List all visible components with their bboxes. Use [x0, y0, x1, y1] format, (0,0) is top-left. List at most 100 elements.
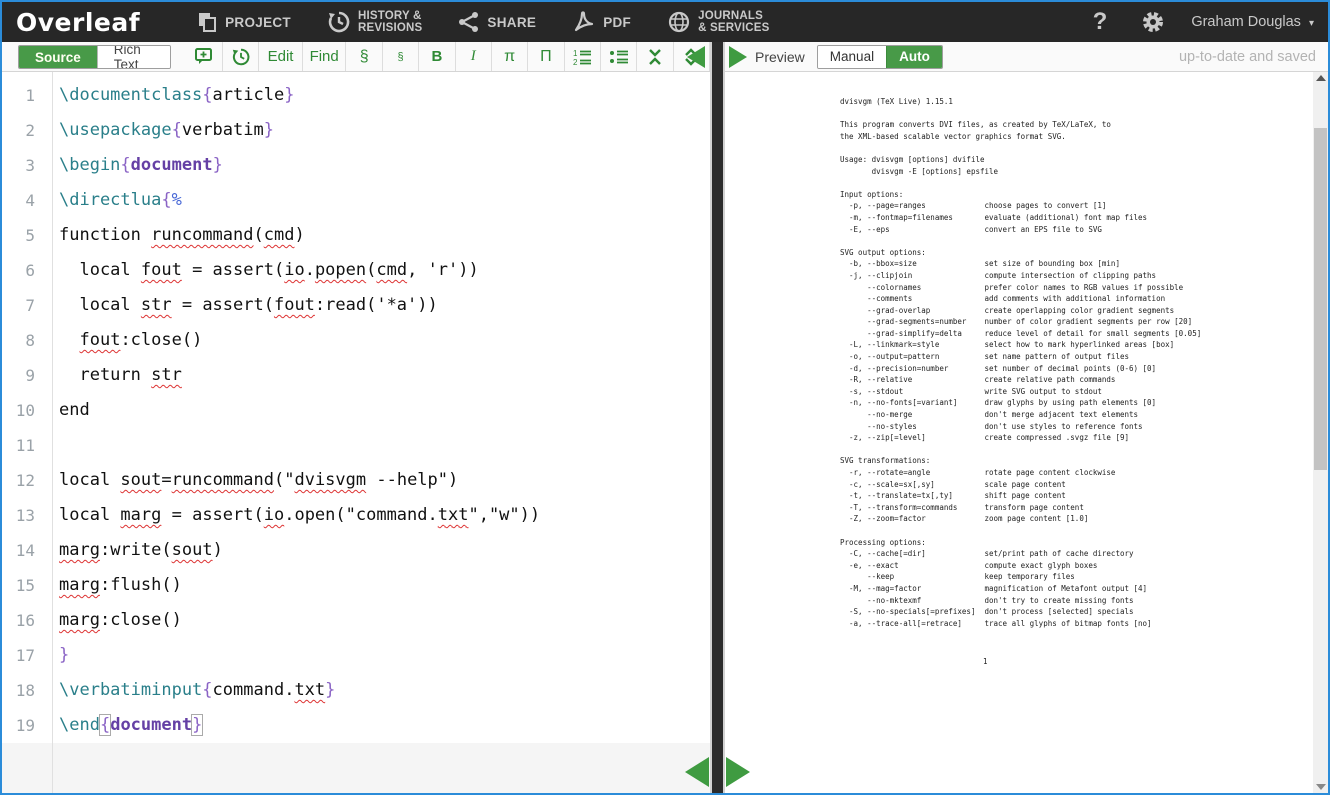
chevron-down-icon: ▾: [1309, 18, 1314, 29]
code-line[interactable]: local fout = assert(io.popen(cmd, 'r')): [59, 253, 710, 288]
nav-pdf-label: PDF: [603, 15, 631, 30]
preview-toolbar: Preview Manual Auto up-to-date and saved: [725, 42, 1328, 72]
italic-button[interactable]: I: [456, 42, 492, 71]
edit-menu-button[interactable]: Edit: [259, 42, 303, 71]
track-changes-button[interactable]: [223, 42, 259, 71]
compile-status: up-to-date and saved: [1179, 49, 1328, 65]
line-number: 4: [2, 183, 52, 218]
code-line[interactable]: return str: [59, 358, 710, 393]
nav-share-label: SHARE: [487, 15, 536, 30]
add-comment-button[interactable]: [187, 42, 223, 71]
nav-journals-services[interactable]: JOURNALS& SERVICES: [667, 10, 769, 35]
scrollbar-thumb[interactable]: [1314, 128, 1327, 470]
compile-mode-switch: Manual Auto: [817, 45, 943, 69]
line-number: 9: [2, 358, 52, 393]
line-number: 5: [2, 218, 52, 253]
bullet-list-button[interactable]: [601, 42, 637, 71]
preview-scrollbar[interactable]: [1313, 72, 1328, 793]
code-line[interactable]: local str = assert(fout:read('*a')): [59, 288, 710, 323]
code-line[interactable]: [59, 428, 710, 463]
numbered-list-icon: 1 2: [572, 48, 592, 66]
line-number: 19: [2, 708, 52, 743]
line-number: 12: [2, 463, 52, 498]
rich-text-mode-button[interactable]: Rich Text: [97, 46, 170, 68]
collapse-icon: [646, 48, 664, 66]
inline-math-button[interactable]: π: [492, 42, 528, 71]
line-number: 11: [2, 428, 52, 463]
svg-text:1: 1: [573, 49, 578, 58]
bold-button[interactable]: B: [419, 42, 455, 71]
nav-journals-label: JOURNALS& SERVICES: [698, 10, 769, 35]
line-number: 10: [2, 393, 52, 428]
editor-pane: Source Rich Text: [2, 42, 710, 793]
bullet-list-icon: [609, 48, 629, 66]
pane-divider[interactable]: [710, 42, 725, 793]
comment-plus-icon: [194, 47, 214, 66]
globe-icon: [667, 10, 691, 34]
scroll-down-arrow[interactable]: [1316, 784, 1326, 790]
svg-text:2: 2: [573, 58, 578, 66]
expand-preview-arrow[interactable]: [729, 46, 747, 68]
scroll-up-arrow[interactable]: [1316, 75, 1326, 81]
subsection-button[interactable]: §: [383, 42, 419, 71]
history-icon: [327, 10, 351, 34]
code-line[interactable]: fout:close(): [59, 323, 710, 358]
code-line[interactable]: }: [59, 638, 710, 673]
find-button[interactable]: Find: [303, 42, 347, 71]
code-line[interactable]: \documentclass{article}: [59, 78, 710, 113]
collapse-editor-arrow[interactable]: [687, 46, 705, 68]
manual-compile-button[interactable]: Manual: [818, 46, 886, 68]
code-line[interactable]: function runcommand(cmd): [59, 218, 710, 253]
help-button[interactable]: ?: [1093, 8, 1108, 36]
expand-preview-arrow-bottom[interactable]: [726, 757, 750, 787]
code-line[interactable]: \usepackage{verbatim}: [59, 113, 710, 148]
overleaf-window: Overleaf PROJECT HISTORY &REVISIONS: [0, 0, 1330, 795]
line-number: 14: [2, 533, 52, 568]
pdf-text: dvisvgm (TeX Live) 1.15.1 This program c…: [840, 96, 1201, 629]
code-line[interactable]: local marg = assert(io.open("command.txt…: [59, 498, 710, 533]
gutter-separator: [52, 72, 53, 793]
line-number: 2: [2, 113, 52, 148]
nav-share[interactable]: SHARE: [458, 11, 536, 33]
code-line[interactable]: marg:flush(): [59, 568, 710, 603]
code-line[interactable]: \verbatiminput{command.txt}: [59, 673, 710, 708]
user-menu[interactable]: Graham Douglas ▾: [1191, 14, 1314, 30]
settings-gear-button[interactable]: [1141, 10, 1165, 34]
code-line[interactable]: marg:write(sout): [59, 533, 710, 568]
auto-compile-button[interactable]: Auto: [886, 46, 942, 68]
line-number: 3: [2, 148, 52, 183]
nav-project-label: PROJECT: [225, 15, 291, 30]
nav-pdf[interactable]: PDF: [572, 10, 631, 34]
code-line[interactable]: \begin{document}: [59, 148, 710, 183]
code-line[interactable]: marg:close(): [59, 603, 710, 638]
code-line[interactable]: \end{document}: [59, 708, 710, 743]
code-line[interactable]: end: [59, 393, 710, 428]
line-number: 1: [2, 78, 52, 113]
gear-icon: [1141, 10, 1165, 34]
preview-label: Preview: [755, 49, 805, 65]
mode-switch: Source Rich Text: [18, 45, 171, 69]
code-editor[interactable]: 12345678910111213141516171819 \documentc…: [2, 72, 710, 793]
line-number: 16: [2, 603, 52, 638]
share-icon: [458, 11, 480, 33]
gutter: 12345678910111213141516171819: [2, 78, 52, 743]
nav-history-revisions[interactable]: HISTORY &REVISIONS: [327, 10, 422, 35]
code-line[interactable]: local sout=runcommand("dvisvgm --help"): [59, 463, 710, 498]
project-pages-icon: [196, 11, 218, 33]
nav-project[interactable]: PROJECT: [196, 11, 291, 33]
display-math-button[interactable]: Π: [528, 42, 564, 71]
line-number: 18: [2, 673, 52, 708]
preview-pane: Preview Manual Auto up-to-date and saved…: [725, 42, 1328, 793]
line-number: 7: [2, 288, 52, 323]
navbar-right: ? Graham Douglas ▾: [1093, 8, 1314, 36]
nav-history-label: HISTORY &REVISIONS: [358, 10, 422, 35]
code-area[interactable]: \documentclass{article}\usepackage{verba…: [59, 78, 710, 743]
collapse-button[interactable]: [637, 42, 673, 71]
line-number: 6: [2, 253, 52, 288]
overleaf-logo[interactable]: Overleaf: [16, 8, 140, 37]
source-mode-button[interactable]: Source: [19, 46, 97, 68]
numbered-list-button[interactable]: 1 2: [565, 42, 601, 71]
collapse-editor-arrow-bottom[interactable]: [685, 757, 709, 787]
section-button[interactable]: §: [346, 42, 382, 71]
code-line[interactable]: \directlua{%: [59, 183, 710, 218]
